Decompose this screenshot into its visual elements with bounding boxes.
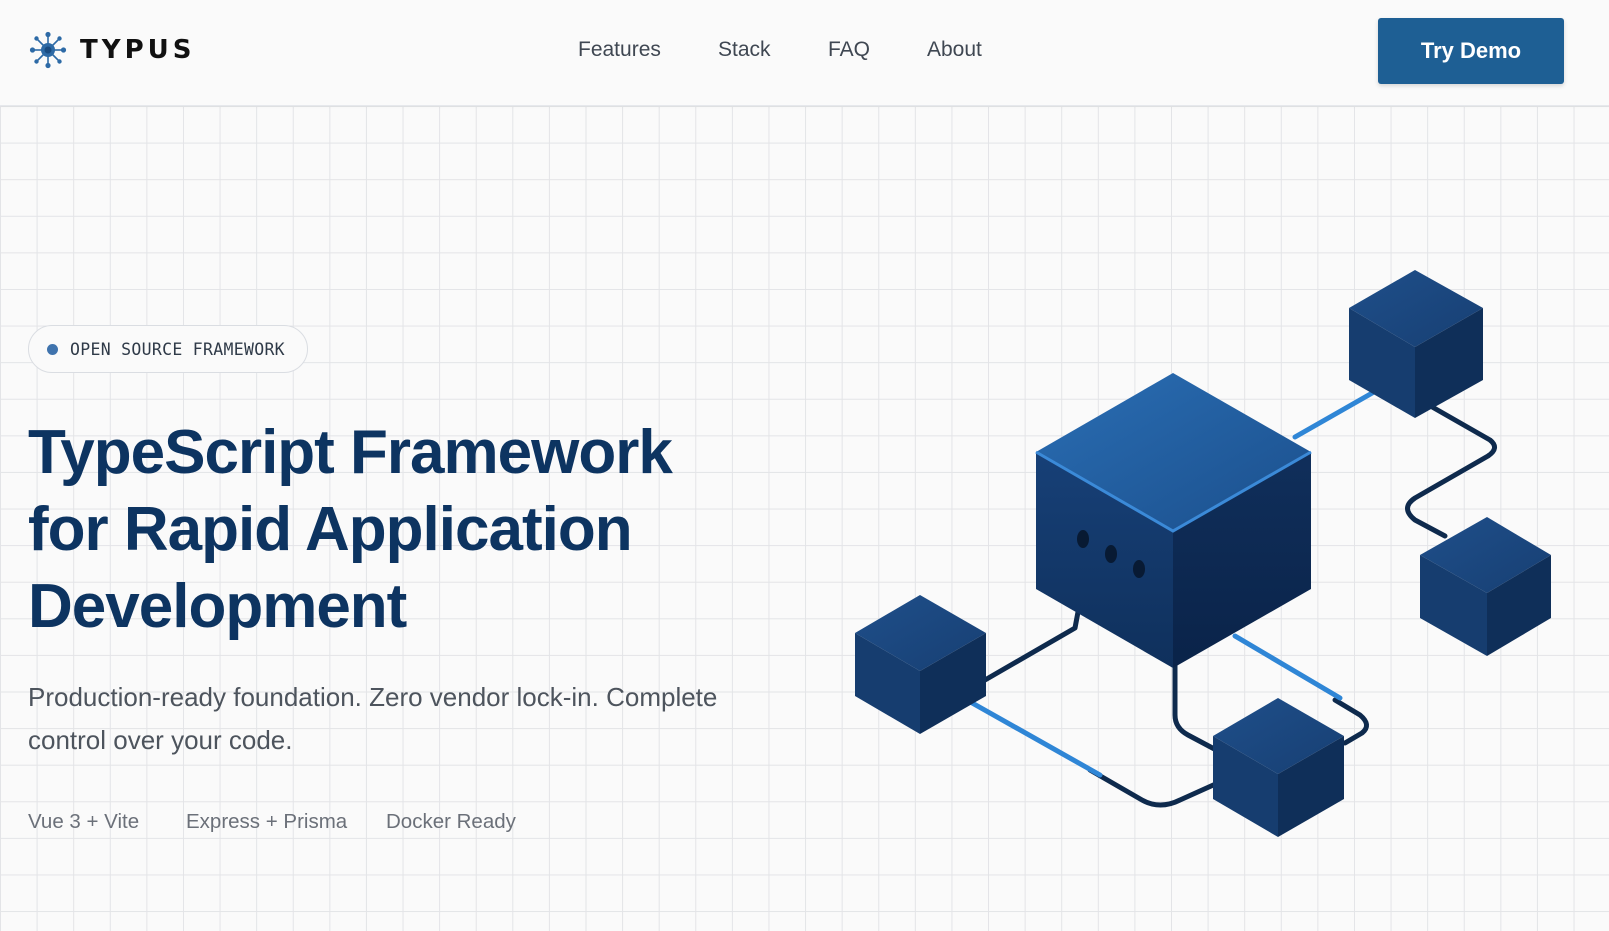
- headline-line: TypeScript Framework: [28, 418, 673, 487]
- page: TYPUS Features Stack FAQ About Try Demo …: [0, 0, 1609, 931]
- try-demo-button[interactable]: Try Demo: [1378, 18, 1564, 84]
- nav-link-faq[interactable]: FAQ: [828, 38, 870, 62]
- cube-network-illustration: [855, 270, 1551, 837]
- headline-line: Development: [28, 572, 407, 641]
- nav-link-about[interactable]: About: [927, 38, 982, 62]
- status-badge: OPEN SOURCE FRAMEWORK: [28, 325, 308, 373]
- page-title: TypeScript Framework for Rapid Applicati…: [28, 414, 788, 645]
- brand-name: TYPUS: [80, 35, 196, 65]
- dot-icon: [47, 343, 58, 355]
- tag-express-prisma: Express + Prisma: [186, 810, 348, 833]
- node-cube: [855, 595, 986, 734]
- nav-link-features[interactable]: Features: [578, 38, 661, 62]
- brand-logo[interactable]: TYPUS: [28, 30, 195, 70]
- network-hub-icon: [29, 31, 67, 69]
- tag-vue-vite: Vue 3 + Vite: [28, 810, 140, 833]
- badge-label: OPEN SOURCE FRAMEWORK: [70, 339, 285, 359]
- site-header: TYPUS Features Stack FAQ About Try Demo: [0, 0, 1609, 106]
- node-cube: [1213, 698, 1344, 837]
- headline-line: for Rapid Application: [28, 495, 633, 564]
- node-cube: [1420, 517, 1551, 656]
- tag-docker-ready: Docker Ready: [386, 810, 516, 833]
- hero-subtitle: Production-ready foundation. Zero vendor…: [28, 682, 718, 755]
- nav-link-stack[interactable]: Stack: [718, 38, 771, 62]
